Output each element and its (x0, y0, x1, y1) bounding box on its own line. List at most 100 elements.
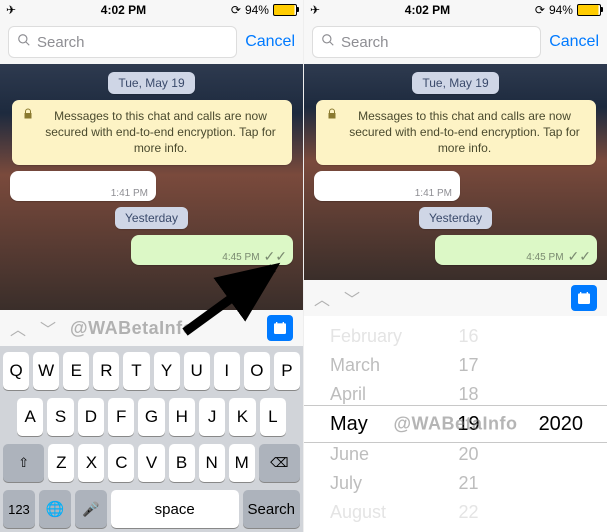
search-toolbar: ︿ ﹀ (304, 280, 607, 316)
key-y[interactable]: Y (154, 352, 180, 390)
key-u[interactable]: U (184, 352, 210, 390)
encryption-notice[interactable]: Messages to this chat and calls are now … (316, 100, 596, 165)
search-placeholder: Search (341, 34, 389, 51)
msg-time: 4:45 PM (222, 252, 259, 263)
encryption-text: Messages to this chat and calls are now … (40, 108, 282, 157)
search-input[interactable]: Search (8, 26, 237, 58)
key-k[interactable]: K (229, 398, 255, 436)
cancel-button[interactable]: Cancel (245, 33, 295, 51)
key-a[interactable]: A (17, 398, 43, 436)
picker-option: 18 (458, 384, 478, 405)
picker-option: June (330, 444, 369, 465)
status-bar: ✈︎ 4:02 PM ⟳ 94% (304, 0, 607, 20)
search-bar: Search Cancel (0, 20, 303, 64)
calendar-button[interactable] (267, 315, 293, 341)
rotation-lock-icon: ⟳ (231, 3, 241, 17)
keyboard-row-2: ASDFGHJKL (3, 398, 300, 436)
phone-left: ✈︎ 4:02 PM ⟳ 94% Search Cancel Tue, May … (0, 0, 304, 532)
lock-icon (326, 108, 338, 157)
rotation-lock-icon: ⟳ (535, 3, 545, 17)
date-picker[interactable]: FebruaryMarchAprilMayJuneJulyAugust 1617… (304, 316, 607, 532)
phone-right: ✈︎ 4:02 PM ⟳ 94% Search Cancel Tue, May … (304, 0, 607, 532)
msg-time: 4:45 PM (526, 252, 563, 263)
encryption-text: Messages to this chat and calls are now … (344, 108, 586, 157)
key-f[interactable]: F (108, 398, 134, 436)
chat-background: Tue, May 19 Messages to this chat and ca… (304, 64, 607, 280)
globe-key[interactable]: 🌐 (39, 490, 71, 528)
key-r[interactable]: R (93, 352, 119, 390)
key-i[interactable]: I (214, 352, 240, 390)
search-input[interactable]: Search (312, 26, 541, 58)
key-g[interactable]: G (138, 398, 164, 436)
keyboard-row-3-letters: ZXCVBNM (48, 444, 254, 482)
mic-key[interactable]: 🎤 (75, 490, 107, 528)
numbers-key[interactable]: 123 (3, 490, 35, 528)
keyboard-row-1: QWERTYUIOP (3, 352, 300, 390)
key-j[interactable]: J (199, 398, 225, 436)
status-bar: ✈︎ 4:02 PM ⟳ 94% (0, 0, 303, 20)
battery-pct: 94% (549, 3, 573, 17)
key-l[interactable]: L (260, 398, 286, 436)
key-o[interactable]: O (244, 352, 270, 390)
picker-option: 20 (458, 444, 478, 465)
picker-selection-band (304, 405, 607, 443)
picker-option: August (330, 502, 386, 523)
backspace-key[interactable]: ⌫ (259, 444, 300, 482)
key-t[interactable]: T (123, 352, 149, 390)
key-x[interactable]: X (78, 444, 104, 482)
chevron-down-icon[interactable]: ﹀ (344, 286, 360, 310)
search-icon (17, 33, 31, 51)
battery-icon (577, 4, 601, 16)
airplane-icon: ✈︎ (6, 3, 16, 17)
picker-option: February (330, 326, 402, 347)
picker-option: July (330, 473, 362, 494)
key-c[interactable]: C (108, 444, 134, 482)
outgoing-message[interactable]: 4:45 PM ✓✓ (435, 235, 597, 265)
picker-option: 21 (458, 473, 478, 494)
incoming-message[interactable]: 1:41 PM (10, 171, 156, 201)
key-v[interactable]: V (138, 444, 164, 482)
status-time: 4:02 PM (405, 3, 450, 17)
msg-time: 1:41 PM (415, 188, 452, 199)
watermark: @WABetaInfo (70, 318, 253, 339)
picker-option: April (330, 384, 366, 405)
encryption-notice[interactable]: Messages to this chat and calls are now … (12, 100, 292, 165)
chevron-up-icon[interactable]: ︿ (314, 286, 330, 310)
key-z[interactable]: Z (48, 444, 74, 482)
outgoing-message[interactable]: 4:45 PM ✓✓ (131, 235, 293, 265)
keyboard-row-3: ⇧ ZXCVBNM ⌫ (3, 444, 300, 482)
search-toolbar: ︿ ﹀ @WABetaInfo (0, 310, 303, 346)
keyboard: QWERTYUIOP ASDFGHJKL ⇧ ZXCVBNM ⌫ 123 🌐 🎤… (0, 346, 303, 532)
read-ticks-icon: ✓✓ (264, 249, 287, 263)
shift-key[interactable]: ⇧ (3, 444, 44, 482)
incoming-message[interactable]: 1:41 PM (314, 171, 460, 201)
battery-icon (273, 4, 297, 16)
chat-background: Tue, May 19 Messages to this chat and ca… (0, 64, 303, 310)
calendar-button[interactable] (571, 285, 597, 311)
key-h[interactable]: H (169, 398, 195, 436)
key-q[interactable]: Q (3, 352, 29, 390)
search-icon (321, 33, 335, 51)
search-key[interactable]: Search (243, 490, 300, 528)
status-time: 4:02 PM (101, 3, 146, 17)
picker-option: 16 (458, 326, 478, 347)
space-key[interactable]: space (111, 490, 239, 528)
chevron-down-icon[interactable]: ﹀ (40, 316, 56, 340)
key-s[interactable]: S (47, 398, 73, 436)
cancel-button[interactable]: Cancel (549, 33, 599, 51)
date-badge: Yesterday (419, 207, 492, 229)
key-d[interactable]: D (78, 398, 104, 436)
chevron-up-icon[interactable]: ︿ (10, 316, 26, 340)
date-badge: Tue, May 19 (108, 72, 194, 94)
key-e[interactable]: E (63, 352, 89, 390)
key-m[interactable]: M (229, 444, 255, 482)
key-w[interactable]: W (33, 352, 59, 390)
battery-pct: 94% (245, 3, 269, 17)
key-p[interactable]: P (274, 352, 300, 390)
picker-option: 17 (458, 355, 478, 376)
msg-time: 1:41 PM (111, 188, 148, 199)
key-n[interactable]: N (199, 444, 225, 482)
date-badge: Yesterday (115, 207, 188, 229)
key-b[interactable]: B (169, 444, 195, 482)
keyboard-row-4: 123 🌐 🎤 space Search (3, 490, 300, 528)
